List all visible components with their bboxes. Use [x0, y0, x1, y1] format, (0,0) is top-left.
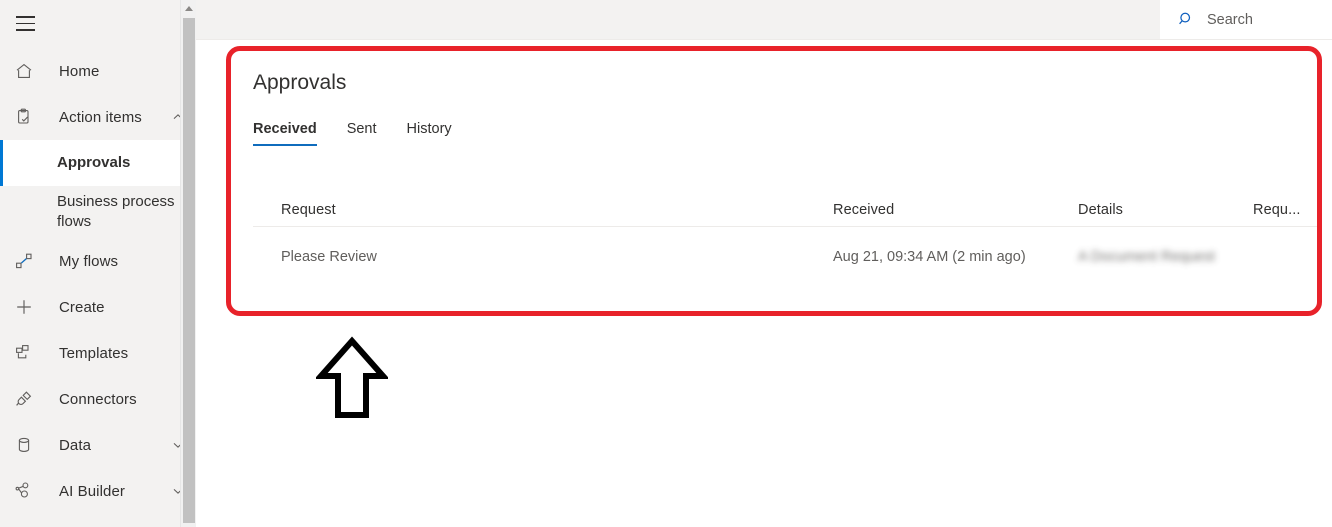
- sidebar-nav-list: Home Action items Approvals Business pro…: [0, 47, 196, 514]
- tab-label: History: [406, 121, 452, 137]
- sidebar-item-connectors[interactable]: Connectors: [0, 376, 196, 422]
- hamburger-icon[interactable]: [10, 9, 40, 39]
- sidebar-item-business-process-flows[interactable]: Business process flows: [0, 186, 196, 238]
- ai-builder-icon: [14, 481, 38, 501]
- plus-icon: [14, 297, 38, 317]
- sidebar-item-action-items[interactable]: Action items: [0, 94, 196, 140]
- database-icon: [14, 435, 38, 455]
- approvals-tabs: Received Sent History: [253, 121, 1327, 146]
- cell-request: Please Review: [281, 249, 377, 265]
- sidebar-item-label: Data: [59, 436, 92, 454]
- app-root: Home Action items Approvals Business pro…: [0, 0, 1332, 527]
- sidebar-item-label: Action items: [59, 108, 142, 126]
- sidebar: Home Action items Approvals Business pro…: [0, 0, 196, 527]
- column-header-requester[interactable]: Requ...: [1253, 202, 1317, 218]
- table-row[interactable]: Please Review Aug 21, 09:34 AM (2 min ag…: [253, 227, 1317, 287]
- sidebar-item-label: Business process flows: [57, 193, 175, 230]
- home-icon: [14, 61, 38, 81]
- search-placeholder: Search: [1207, 11, 1253, 28]
- sidebar-item-label: Home: [59, 62, 100, 80]
- sidebar-item-label: Connectors: [59, 390, 137, 408]
- cell-details: A Document Request: [1078, 249, 1216, 265]
- cell-received: Aug 21, 09:34 AM (2 min ago): [833, 249, 1026, 265]
- tab-label: Received: [253, 121, 317, 137]
- table-header-row: Request Received Details Requ...: [253, 193, 1317, 227]
- sidebar-menu-toggle-wrap: [0, 0, 196, 47]
- sidebar-item-label: My flows: [59, 252, 119, 270]
- tab-received[interactable]: Received: [253, 121, 331, 146]
- approvals-table: Request Received Details Requ... Please …: [253, 193, 1317, 287]
- clipboard-check-icon: [14, 107, 38, 127]
- sidebar-scrollbar[interactable]: [180, 0, 196, 527]
- tab-sent[interactable]: Sent: [347, 121, 391, 146]
- scrollbar-thumb[interactable]: [183, 18, 195, 523]
- sidebar-item-home[interactable]: Home: [0, 48, 196, 94]
- flow-icon: [14, 251, 38, 271]
- main-area: Search Approvals Received Sent History R…: [196, 0, 1332, 527]
- search-input[interactable]: Search: [1160, 0, 1332, 39]
- column-header-details[interactable]: Details: [1078, 202, 1253, 218]
- approvals-panel: Approvals Received Sent History Request: [215, 49, 1327, 317]
- scroll-up-arrow-icon[interactable]: [181, 0, 196, 17]
- sidebar-item-templates[interactable]: Templates: [0, 330, 196, 376]
- sidebar-item-label: AI Builder: [59, 482, 126, 500]
- sidebar-item-data[interactable]: Data: [0, 422, 196, 468]
- content-area: Approvals Received Sent History Request: [196, 41, 1332, 527]
- sidebar-item-create[interactable]: Create: [0, 284, 196, 330]
- page-title: Approvals: [253, 71, 347, 94]
- column-header-received[interactable]: Received: [833, 202, 1078, 218]
- tab-history[interactable]: History: [407, 121, 466, 146]
- sidebar-item-label: Approvals: [57, 154, 131, 171]
- column-header-request[interactable]: Request: [281, 202, 833, 218]
- connectors-icon: [14, 389, 38, 409]
- sidebar-item-my-flows[interactable]: My flows: [0, 238, 196, 284]
- sidebar-item-ai-builder[interactable]: AI Builder: [0, 468, 196, 514]
- templates-icon: [14, 343, 38, 363]
- sidebar-item-label: Templates: [59, 344, 129, 362]
- tab-label: Sent: [346, 121, 377, 137]
- sidebar-item-approvals[interactable]: Approvals: [0, 140, 196, 186]
- search-icon: [1178, 11, 1196, 28]
- top-bar: Search: [196, 0, 1332, 40]
- sidebar-item-label: Create: [59, 298, 105, 316]
